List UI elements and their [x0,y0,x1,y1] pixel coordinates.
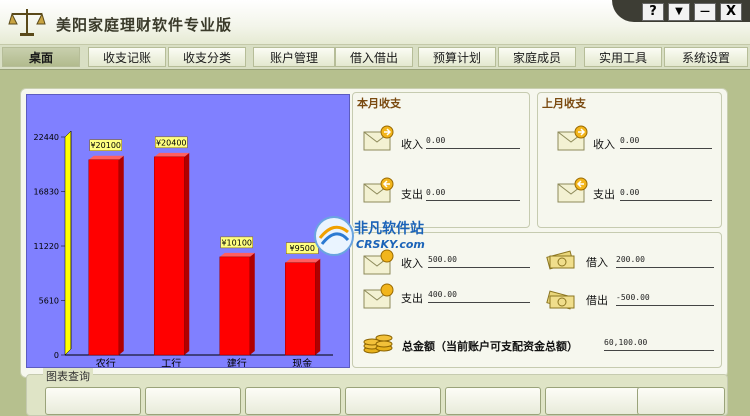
data-label: ¥20400 [156,138,187,147]
chart-query-button-5[interactable] [445,387,541,415]
last-month-group: 上月收支 [537,92,722,228]
tab-desktop[interactable]: 桌面 [2,47,80,67]
last-income-envelope-icon [557,125,588,151]
x-category-label: 农行 [96,357,116,367]
tab-account-management[interactable]: 账户管理 [253,47,335,67]
chart-query-button-1[interactable] [45,387,141,415]
expense-envelope-icon [363,177,394,203]
last-month-expense-label: 支出 [593,188,615,201]
menu-dropdown-button[interactable]: ▼ [668,3,690,21]
summary-expense-value: 400.00 [428,290,530,303]
tab-utility-tools[interactable]: 实用工具 [584,47,662,67]
chart-query-button-4[interactable] [345,387,441,415]
chart-query-button-2[interactable] [145,387,241,415]
borrow-in-money-icon [546,250,575,270]
summary-expense-envelope-icon [363,283,394,309]
chart-query-button-3[interactable] [245,387,341,415]
last-month-income-label: 收入 [593,138,615,151]
tab-budget-plan[interactable]: 预算计划 [418,47,496,67]
chart-query-title: 图表查询 [43,368,93,384]
y-tick-label: 5610 [39,297,59,306]
income-envelope-icon [363,125,394,151]
this-month-group: 本月收支 [352,92,530,228]
lend-out-value: -500.00 [616,293,714,306]
bar-side [184,152,190,355]
last-expense-envelope-icon [557,177,588,203]
bar [88,159,119,356]
this-month-income-label: 收入 [401,138,423,151]
tab-system-settings[interactable]: 系统设置 [664,47,748,67]
watermark: 非凡软件站 CRSKY.com [312,212,442,260]
this-month-expense-value: 0.00 [426,188,520,201]
borrow-in-value: 200.00 [616,255,714,268]
this-month-income-value: 0.00 [426,136,520,149]
minimize-button[interactable]: — [694,3,716,21]
watermark-logo-icon [314,216,354,256]
chart-query-button-6[interactable] [545,387,641,415]
bar [154,156,185,356]
data-label: ¥20100 [90,141,121,150]
bar [219,256,250,356]
this-month-expense-label: 支出 [401,188,423,201]
tab-borrow-lend[interactable]: 借入借出 [335,47,413,67]
x-category-label: 工行 [161,357,181,367]
chart-query-button-7[interactable] [637,387,725,415]
watermark-site-url: CRSKY.com [356,238,425,251]
account-balance-chart: 0 5610 11220 16830 22440 ¥20100 农行 ¥20400 工行 ¥101… [26,94,350,370]
app-title: 美阳家庭理财软件专业版 [56,16,233,34]
window-controls: ? ▼ — X [612,0,750,22]
chart-side-wall [64,130,72,356]
scale-logo-icon [8,9,46,36]
this-month-title: 本月收支 [357,97,401,110]
bar-top [219,252,255,257]
watermark-site-name: 非凡软件站 [354,221,424,237]
close-button[interactable]: X [720,3,742,21]
x-category-label: 现金 [292,357,312,367]
total-amount-value: 60,100.00 [604,338,714,351]
help-button[interactable]: ? [642,3,664,21]
bar-side [118,155,124,355]
summary-income-value: 500.00 [428,255,530,268]
bar-top [154,152,190,157]
y-tick-label: 16830 [34,188,59,197]
title-bar: 美阳家庭理财软件专业版 ? ▼ — X [0,0,750,44]
bar-side [315,258,321,355]
total-amount-label: 总金额（当前账户可支配资金总额） [402,340,578,353]
y-tick-label: 0 [54,351,59,360]
borrow-in-label: 借入 [586,256,608,269]
last-month-expense-value: 0.00 [620,188,712,201]
lend-out-label: 借出 [586,294,608,307]
coins-stack-icon [363,334,393,354]
lend-out-money-icon [546,290,575,310]
chart-query-group: 图表查询 [26,368,728,416]
tab-income-expense-category[interactable]: 收支分类 [168,47,246,67]
x-category-label: 建行 [227,357,247,367]
tab-income-expense-record[interactable]: 收支记账 [88,47,166,67]
bar-chart-svg: 0 5610 11220 16830 22440 ¥20100 农行 ¥20400 工行 ¥101… [34,130,333,370]
bar-top [88,155,124,160]
main-tab-bar: 桌面 收支记账 收支分类 账户管理 借入借出 预算计划 家庭成员 实用工具 系统… [0,44,750,70]
data-label: ¥10100 [221,238,252,247]
last-month-title: 上月收支 [542,97,586,110]
bar [285,262,316,356]
bar-side [249,252,255,355]
tab-family-members[interactable]: 家庭成员 [498,47,576,67]
summary-expense-label: 支出 [401,292,423,305]
y-tick-label: 22440 [34,133,59,142]
y-tick-label: 11220 [34,242,59,251]
last-month-income-value: 0.00 [620,136,712,149]
